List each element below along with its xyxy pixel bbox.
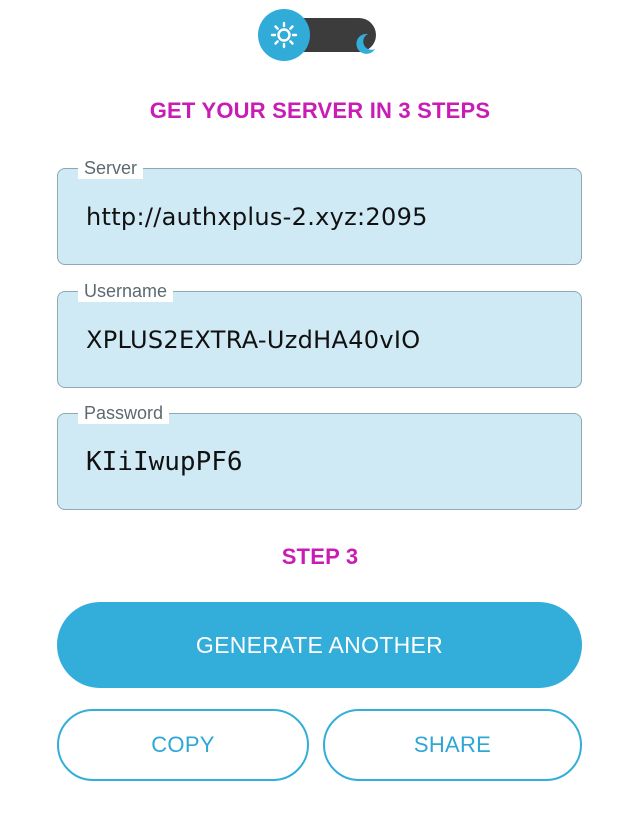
- username-field[interactable]: Username XPLUS2EXTRA-UzdHA40vIO: [57, 280, 582, 388]
- username-field-label: Username: [78, 280, 174, 302]
- password-field-label: Password: [78, 402, 170, 424]
- server-field-value[interactable]: http://authxplus-2.xyz:2095: [86, 201, 428, 233]
- step-label: STEP 3: [281, 544, 359, 569]
- password-field-value[interactable]: KIiIwupPF6: [86, 446, 243, 478]
- theme-toggle[interactable]: [258, 9, 376, 61]
- share-button[interactable]: SHARE: [323, 709, 582, 781]
- copy-button[interactable]: COPY: [57, 709, 309, 781]
- server-field[interactable]: Server http://authxplus-2.xyz:2095: [57, 157, 582, 265]
- sun-icon: [270, 21, 298, 49]
- password-field[interactable]: Password KIiIwupPF6: [57, 402, 582, 510]
- generate-another-button[interactable]: GENERATE ANOTHER: [57, 602, 582, 688]
- server-field-label: Server: [78, 157, 144, 179]
- username-field-value[interactable]: XPLUS2EXTRA-UzdHA40vIO: [86, 324, 420, 356]
- moon-icon: [353, 32, 377, 56]
- toggle-knob[interactable]: [258, 9, 310, 61]
- page-title: GET YOUR SERVER IN 3 STEPS: [149, 98, 491, 123]
